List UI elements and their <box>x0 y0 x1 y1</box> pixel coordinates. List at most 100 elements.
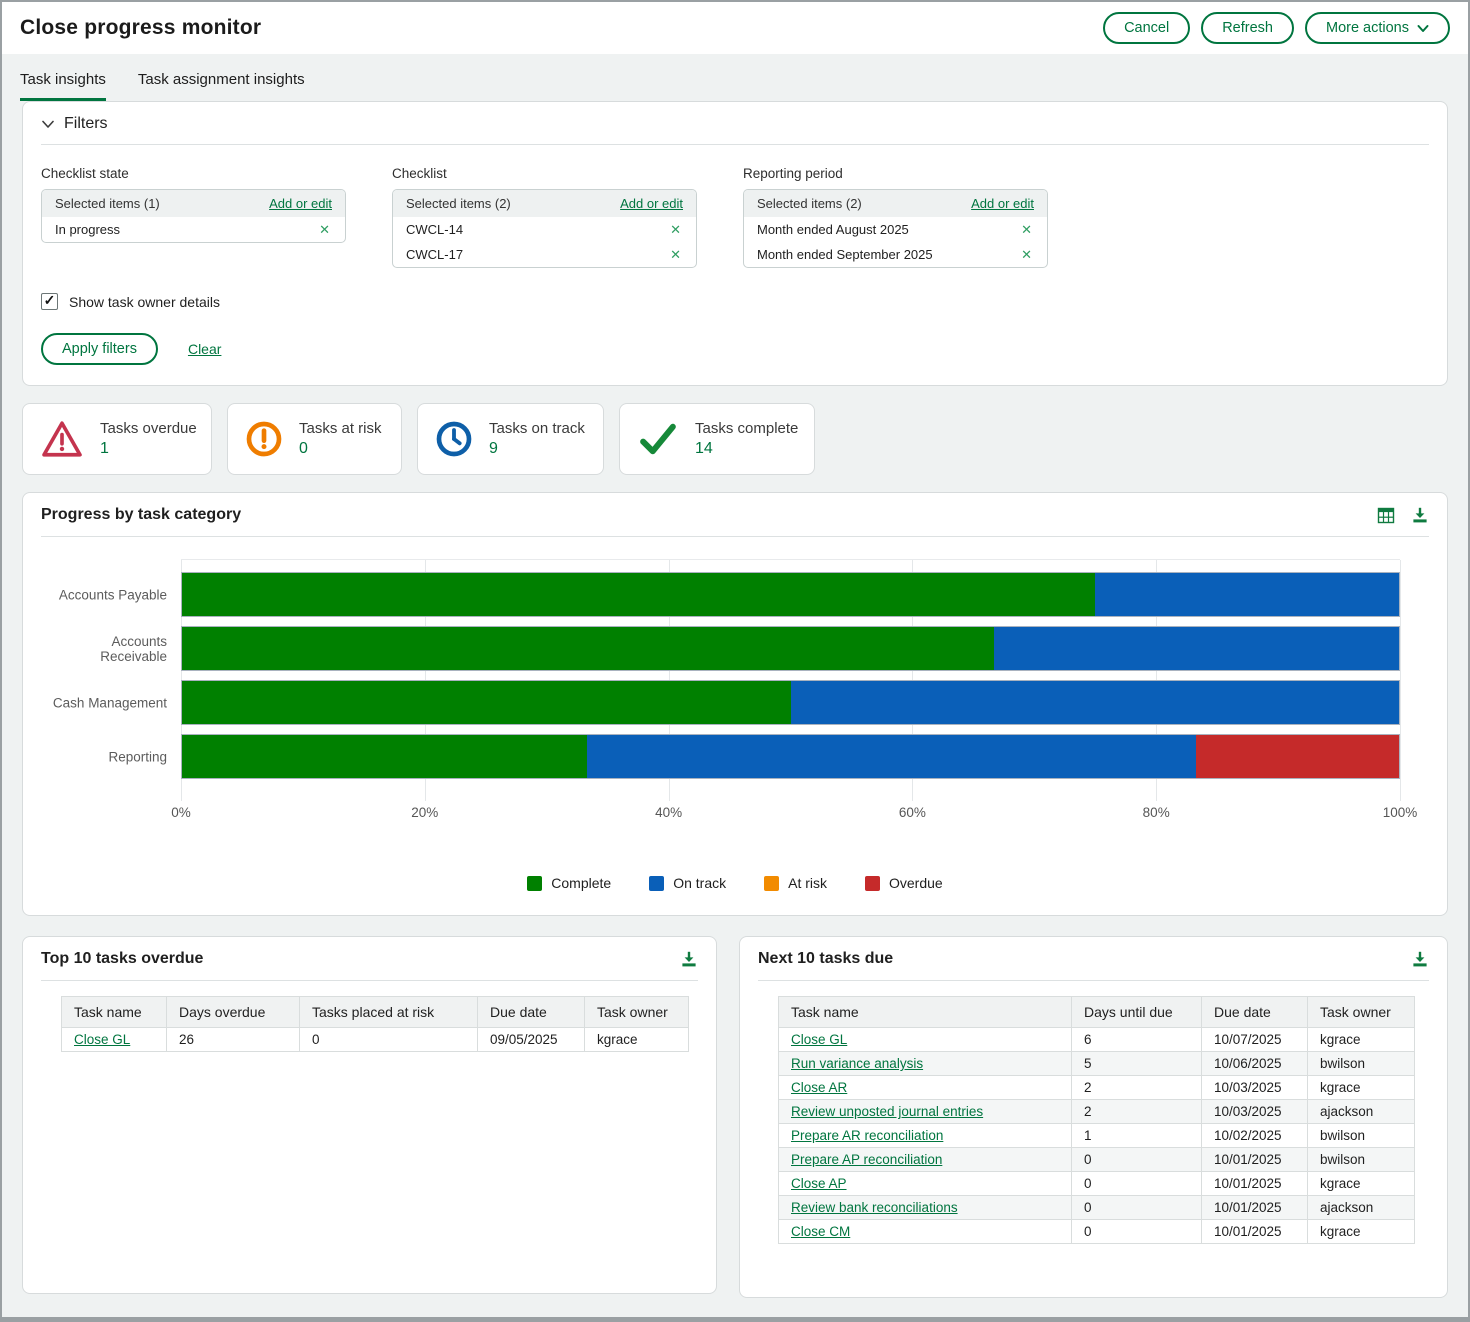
task-link[interactable]: Prepare AR reconciliation <box>791 1128 943 1143</box>
add-or-edit-link[interactable]: Add or edit <box>620 196 683 211</box>
task-link[interactable]: Close CM <box>791 1224 850 1239</box>
apply-filters-button[interactable]: Apply filters <box>41 333 158 365</box>
kpi-value: 0 <box>299 440 382 458</box>
kpi-card-tasks-at-risk: Tasks at risk 0 <box>227 403 402 475</box>
remove-item-icon[interactable]: ✕ <box>319 223 330 236</box>
legend-swatch <box>865 876 880 891</box>
kpi-card-tasks-complete: Tasks complete 14 <box>619 403 815 475</box>
filter-box-head: Selected items (2) Add or edit <box>744 190 1047 217</box>
table-cell: 2 <box>1072 1076 1202 1100</box>
task-link[interactable]: Prepare AP reconciliation <box>791 1152 942 1167</box>
overdue-tasks-card: Top 10 tasks overdue Task name <box>22 936 717 1294</box>
table-cell: bwilson <box>1308 1052 1415 1076</box>
task-link[interactable]: Close GL <box>791 1032 847 1047</box>
kpi-card-tasks-on-track: Tasks on track 9 <box>417 403 604 475</box>
filters-toggle[interactable]: Filters <box>41 115 1429 145</box>
bar-segment-on-track <box>791 681 1400 724</box>
table-cell: Review unposted journal entries <box>779 1100 1072 1124</box>
remove-item-icon[interactable]: ✕ <box>670 248 681 261</box>
table-cell: Prepare AR reconciliation <box>779 1124 1072 1148</box>
chevron-down-icon <box>41 119 55 129</box>
filters-panel: Filters Checklist state Selected items (… <box>22 101 1448 386</box>
table-cell: 0 <box>1072 1172 1202 1196</box>
filter-selected-item: In progress ✕ <box>42 217 345 242</box>
table-cell: 10/06/2025 <box>1202 1052 1308 1076</box>
page-title: Close progress monitor <box>20 16 261 40</box>
chart-card-header: Progress by task category <box>41 506 1429 537</box>
chart-plot-area: Accounts PayableAccounts ReceivableCash … <box>181 559 1400 801</box>
task-link[interactable]: Review unposted journal entries <box>791 1104 983 1119</box>
bottom-tables-row: Top 10 tasks overdue Task name <box>22 936 1448 1298</box>
bar-segment-complete <box>182 627 994 670</box>
legend-item: Overdue <box>865 875 943 891</box>
filter-box: Selected items (1) Add or edit In progre… <box>41 189 346 243</box>
show-task-owner-checkbox[interactable] <box>41 293 58 310</box>
legend-label: On track <box>673 875 726 891</box>
clear-filters-link[interactable]: Clear <box>188 341 221 357</box>
tab-task-insights[interactable]: Task insights <box>20 71 106 101</box>
remove-item-icon[interactable]: ✕ <box>1021 248 1032 261</box>
task-link[interactable]: Close AR <box>791 1080 847 1095</box>
legend-item: Complete <box>527 875 611 891</box>
filters-title: Filters <box>64 115 108 133</box>
add-or-edit-link[interactable]: Add or edit <box>971 196 1034 211</box>
stacked-bar-chart: Accounts PayableAccounts ReceivableCash … <box>181 559 1400 823</box>
due-card-header: Next 10 tasks due <box>758 950 1429 981</box>
kpi-value: 14 <box>695 440 798 458</box>
legend-swatch <box>649 876 664 891</box>
column-header: Task name <box>779 997 1072 1028</box>
gridline <box>1400 560 1401 801</box>
tab-task-assignment-insights[interactable]: Task assignment insights <box>138 71 305 101</box>
add-or-edit-link[interactable]: Add or edit <box>269 196 332 211</box>
x-tick-label: 60% <box>899 805 926 820</box>
table-cell: kgrace <box>1308 1220 1415 1244</box>
table-cell: ajackson <box>1308 1100 1415 1124</box>
warning-triangle-icon <box>39 417 85 461</box>
refresh-button[interactable]: Refresh <box>1201 12 1294 44</box>
overdue-tasks-table: Task name Days overdue Tasks placed at r… <box>61 996 689 1052</box>
x-tick-label: 0% <box>171 805 191 820</box>
table-view-icon[interactable] <box>1377 507 1395 524</box>
chart-title: Progress by task category <box>41 506 241 524</box>
download-icon[interactable] <box>1411 950 1429 968</box>
download-icon[interactable] <box>680 950 698 968</box>
stacked-bar <box>181 680 1400 725</box>
cancel-button[interactable]: Cancel <box>1103 12 1190 44</box>
table-cell: ajackson <box>1308 1196 1415 1220</box>
task-link[interactable]: Run variance analysis <box>791 1056 923 1071</box>
overdue-card-header: Top 10 tasks overdue <box>41 950 698 981</box>
x-tick-label: 80% <box>1143 805 1170 820</box>
category-label: Accounts Receivable <box>41 634 167 664</box>
column-header: Days until due <box>1072 997 1202 1028</box>
table-row: Prepare AP reconciliation010/01/2025bwil… <box>779 1148 1415 1172</box>
remove-item-icon[interactable]: ✕ <box>1021 223 1032 236</box>
more-actions-button[interactable]: More actions <box>1305 12 1450 44</box>
table-row: Close AR210/03/2025kgrace <box>779 1076 1415 1100</box>
task-link[interactable]: Close GL <box>74 1032 130 1047</box>
x-tick-label: 40% <box>655 805 682 820</box>
table-cell: 10/02/2025 <box>1202 1124 1308 1148</box>
filter-selected-item: CWCL-14 ✕ <box>393 217 696 242</box>
x-tick-label: 20% <box>411 805 438 820</box>
table-row: Close GL610/07/2025kgrace <box>779 1028 1415 1052</box>
category-label: Reporting <box>41 749 167 764</box>
filter-selected-item: Month ended September 2025 ✕ <box>744 242 1047 267</box>
column-header: Due date <box>478 997 585 1028</box>
remove-item-icon[interactable]: ✕ <box>670 223 681 236</box>
task-link[interactable]: Review bank reconciliations <box>791 1200 958 1215</box>
download-icon[interactable] <box>1411 506 1429 524</box>
table-cell: Close AP <box>779 1172 1072 1196</box>
chart-bar-row: Accounts Payable <box>181 572 1400 617</box>
page-header: Close progress monitor Cancel Refresh Mo… <box>2 2 1468 54</box>
task-link[interactable]: Close AP <box>791 1176 847 1191</box>
column-header: Due date <box>1202 997 1308 1028</box>
filter-groups: Checklist state Selected items (1) Add o… <box>41 166 1429 268</box>
table-cell: bwilson <box>1308 1148 1415 1172</box>
kpi-row: Tasks overdue 1 Tasks at risk 0 <box>22 403 1448 475</box>
filter-selected-item: CWCL-17 ✕ <box>393 242 696 267</box>
table-cell: kgrace <box>1308 1076 1415 1100</box>
chart-bar-row: Reporting <box>181 734 1400 779</box>
filter-box-head: Selected items (2) Add or edit <box>393 190 696 217</box>
bar-segment-overdue <box>1196 735 1399 778</box>
selected-items-count: Selected items (2) <box>757 196 862 211</box>
